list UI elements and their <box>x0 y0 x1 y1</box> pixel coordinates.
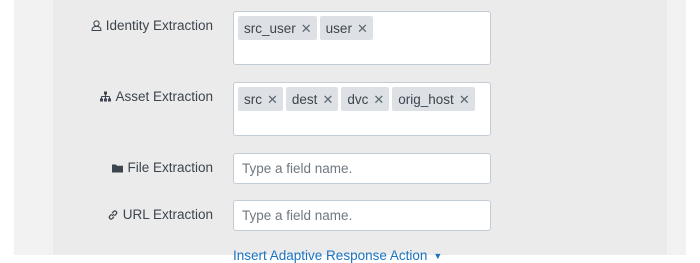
tag-label: orig_host <box>398 91 454 107</box>
tag-dest: dest ✕ <box>285 87 339 111</box>
file-extraction-label: File Extraction <box>112 160 213 175</box>
tag-src-user: src_user ✕ <box>238 16 317 40</box>
tag-orig-host: orig_host ✕ <box>392 87 475 111</box>
asset-extraction-field[interactable]: src ✕ dest ✕ dvc ✕ orig_host ✕ <box>233 82 491 136</box>
asset-extraction-label: Asset Extraction <box>100 89 213 104</box>
tag-label: src <box>244 91 262 107</box>
remove-tag-icon[interactable]: ✕ <box>373 93 384 106</box>
tag-user: user ✕ <box>319 16 373 40</box>
identity-extraction-field[interactable]: src_user ✕ user ✕ <box>233 11 491 65</box>
tag-label: dvc <box>347 91 369 107</box>
file-extraction-input[interactable] <box>233 153 491 184</box>
user-icon <box>91 20 102 31</box>
caret-down-icon: ▼ <box>433 250 443 261</box>
insert-action-label: Insert Adaptive Response Action <box>233 248 428 263</box>
remove-tag-icon[interactable]: ✕ <box>459 93 470 106</box>
url-extraction-label-text: URL Extraction <box>122 207 213 222</box>
remove-tag-icon[interactable]: ✕ <box>357 22 368 35</box>
url-extraction-label: URL Extraction <box>107 207 213 222</box>
remove-tag-icon[interactable]: ✕ <box>322 93 333 106</box>
identity-extraction-label: Identity Extraction <box>91 18 213 33</box>
tag-label: dest <box>291 91 318 107</box>
page-margin-right <box>686 0 700 255</box>
remove-tag-icon[interactable]: ✕ <box>267 93 278 106</box>
url-extraction-input[interactable] <box>233 200 491 231</box>
identity-extraction-label-text: Identity Extraction <box>105 18 213 33</box>
tag-src: src ✕ <box>238 87 283 111</box>
insert-adaptive-response-action-link[interactable]: Insert Adaptive Response Action ▼ <box>233 248 442 263</box>
asset-extraction-label-text: Asset Extraction <box>115 89 213 104</box>
tag-dvc: dvc ✕ <box>341 87 390 111</box>
link-icon <box>107 209 119 221</box>
folder-icon <box>112 163 124 173</box>
remove-tag-icon[interactable]: ✕ <box>301 22 312 35</box>
page-margin-left <box>0 0 14 255</box>
file-extraction-label-text: File Extraction <box>127 160 213 175</box>
tag-label: user <box>325 20 352 36</box>
tag-label: src_user <box>244 20 296 36</box>
hierarchy-icon <box>100 91 112 102</box>
